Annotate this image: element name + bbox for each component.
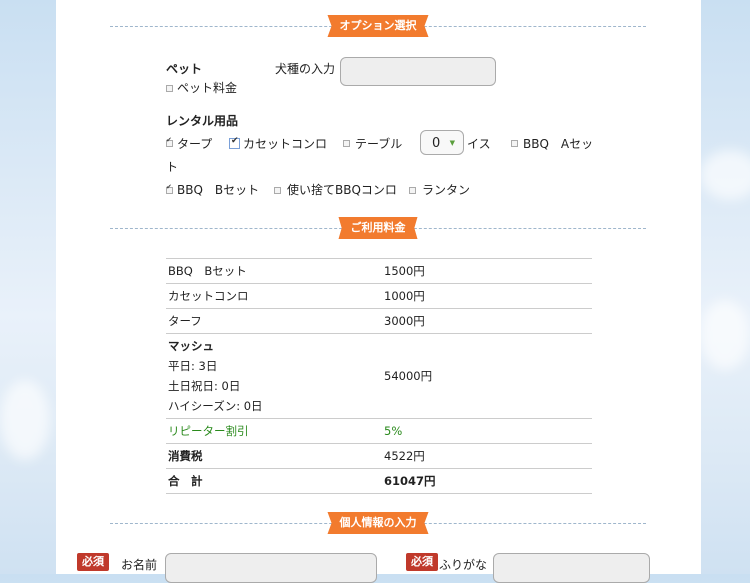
table-row: マッシュ 平日: 3日 土日祝日: 0日 ハイシーズン: 0日 54000円: [166, 333, 592, 419]
table-row: リピーター割引 5%: [166, 418, 592, 444]
chair-label: イス: [467, 137, 491, 151]
section-header-options: オプション選択: [327, 15, 429, 37]
site-price: 54000円: [382, 333, 592, 419]
pet-fee-checkbox[interactable]: [166, 85, 173, 92]
table-checkbox[interactable]: [343, 140, 350, 147]
tax-name: 消費税: [166, 443, 382, 469]
furigana-label: ふりがな: [439, 558, 488, 572]
section-header-fees: ご利用料金: [338, 217, 418, 239]
background-cloud: [700, 300, 750, 370]
required-badge: 必須: [77, 553, 109, 571]
required-badge: 必須: [406, 553, 438, 571]
site-fee-detail: マッシュ 平日: 3日 土日祝日: 0日 ハイシーズン: 0日: [166, 333, 382, 419]
bbq-a-set-checkbox[interactable]: [511, 140, 518, 147]
table-row: カセットコンロ 1000円: [166, 283, 592, 309]
site-name: マッシュ: [168, 339, 214, 353]
breed-label: 犬種の入力: [275, 62, 336, 76]
discount-name: リピーター割引: [166, 418, 382, 444]
bbq-b-set-label: BBQ Bセット: [177, 183, 260, 197]
bbq-a-set-label-wrap: ト: [166, 160, 179, 174]
table-row: 合 計 61047円: [166, 468, 592, 494]
lantern-checkbox[interactable]: [409, 187, 416, 194]
tarp-label: タープ: [177, 137, 213, 151]
section-header-personal: 個人情報の入力: [327, 512, 429, 534]
site-high-season: ハイシーズン: 0日: [168, 399, 263, 413]
cassette-stove-label: カセットコンロ: [243, 137, 328, 151]
fee-item-name: ターフ: [166, 308, 382, 334]
pet-fee-label: ペット料金: [177, 81, 238, 95]
rental-heading: レンタル用品: [166, 114, 239, 128]
table-row: 消費税 4522円: [166, 443, 592, 469]
chair-quantity-select[interactable]: 0 ▼: [420, 130, 464, 155]
lantern-label: ランタン: [422, 183, 471, 197]
total-value: 61047円: [382, 468, 592, 494]
fee-item-name: カセットコンロ: [166, 283, 382, 309]
breed-input[interactable]: [340, 57, 496, 86]
fee-item-price: 1500円: [382, 258, 592, 284]
chevron-down-icon: ▼: [449, 139, 455, 147]
cassette-stove-checkbox[interactable]: [229, 136, 240, 149]
bbq-b-set-checkbox[interactable]: [166, 183, 173, 194]
disposable-stove-checkbox[interactable]: [274, 187, 281, 194]
table-row: ターフ 3000円: [166, 308, 592, 334]
furigana-input[interactable]: [493, 553, 650, 583]
name-input[interactable]: [165, 553, 377, 583]
disposable-stove-label: 使い捨てBBQコンロ: [287, 183, 397, 197]
chair-quantity-value: 0: [432, 136, 441, 151]
fee-item-price: 3000円: [382, 308, 592, 334]
tarp-checkbox[interactable]: [166, 136, 173, 147]
fee-table: BBQ Bセット 1500円 カセットコンロ 1000円 ターフ 3000円 マ…: [166, 258, 592, 494]
tax-value: 4522円: [382, 443, 592, 469]
site-holiday: 土日祝日: 0日: [168, 379, 241, 393]
table-row: BBQ Bセット 1500円: [166, 258, 592, 284]
bbq-a-set-label: BBQ Aセッ: [523, 137, 594, 151]
background-cloud: [700, 150, 750, 200]
discount-value: 5%: [382, 418, 592, 444]
fee-item-price: 1000円: [382, 283, 592, 309]
fee-item-name: BBQ Bセット: [166, 258, 382, 284]
site-weekday: 平日: 3日: [168, 359, 218, 373]
name-label: お名前: [121, 558, 158, 572]
pet-heading: ペット: [166, 62, 203, 76]
background-cloud: [0, 380, 50, 460]
table-label: テーブル: [355, 137, 403, 151]
total-name: 合 計: [166, 468, 382, 494]
